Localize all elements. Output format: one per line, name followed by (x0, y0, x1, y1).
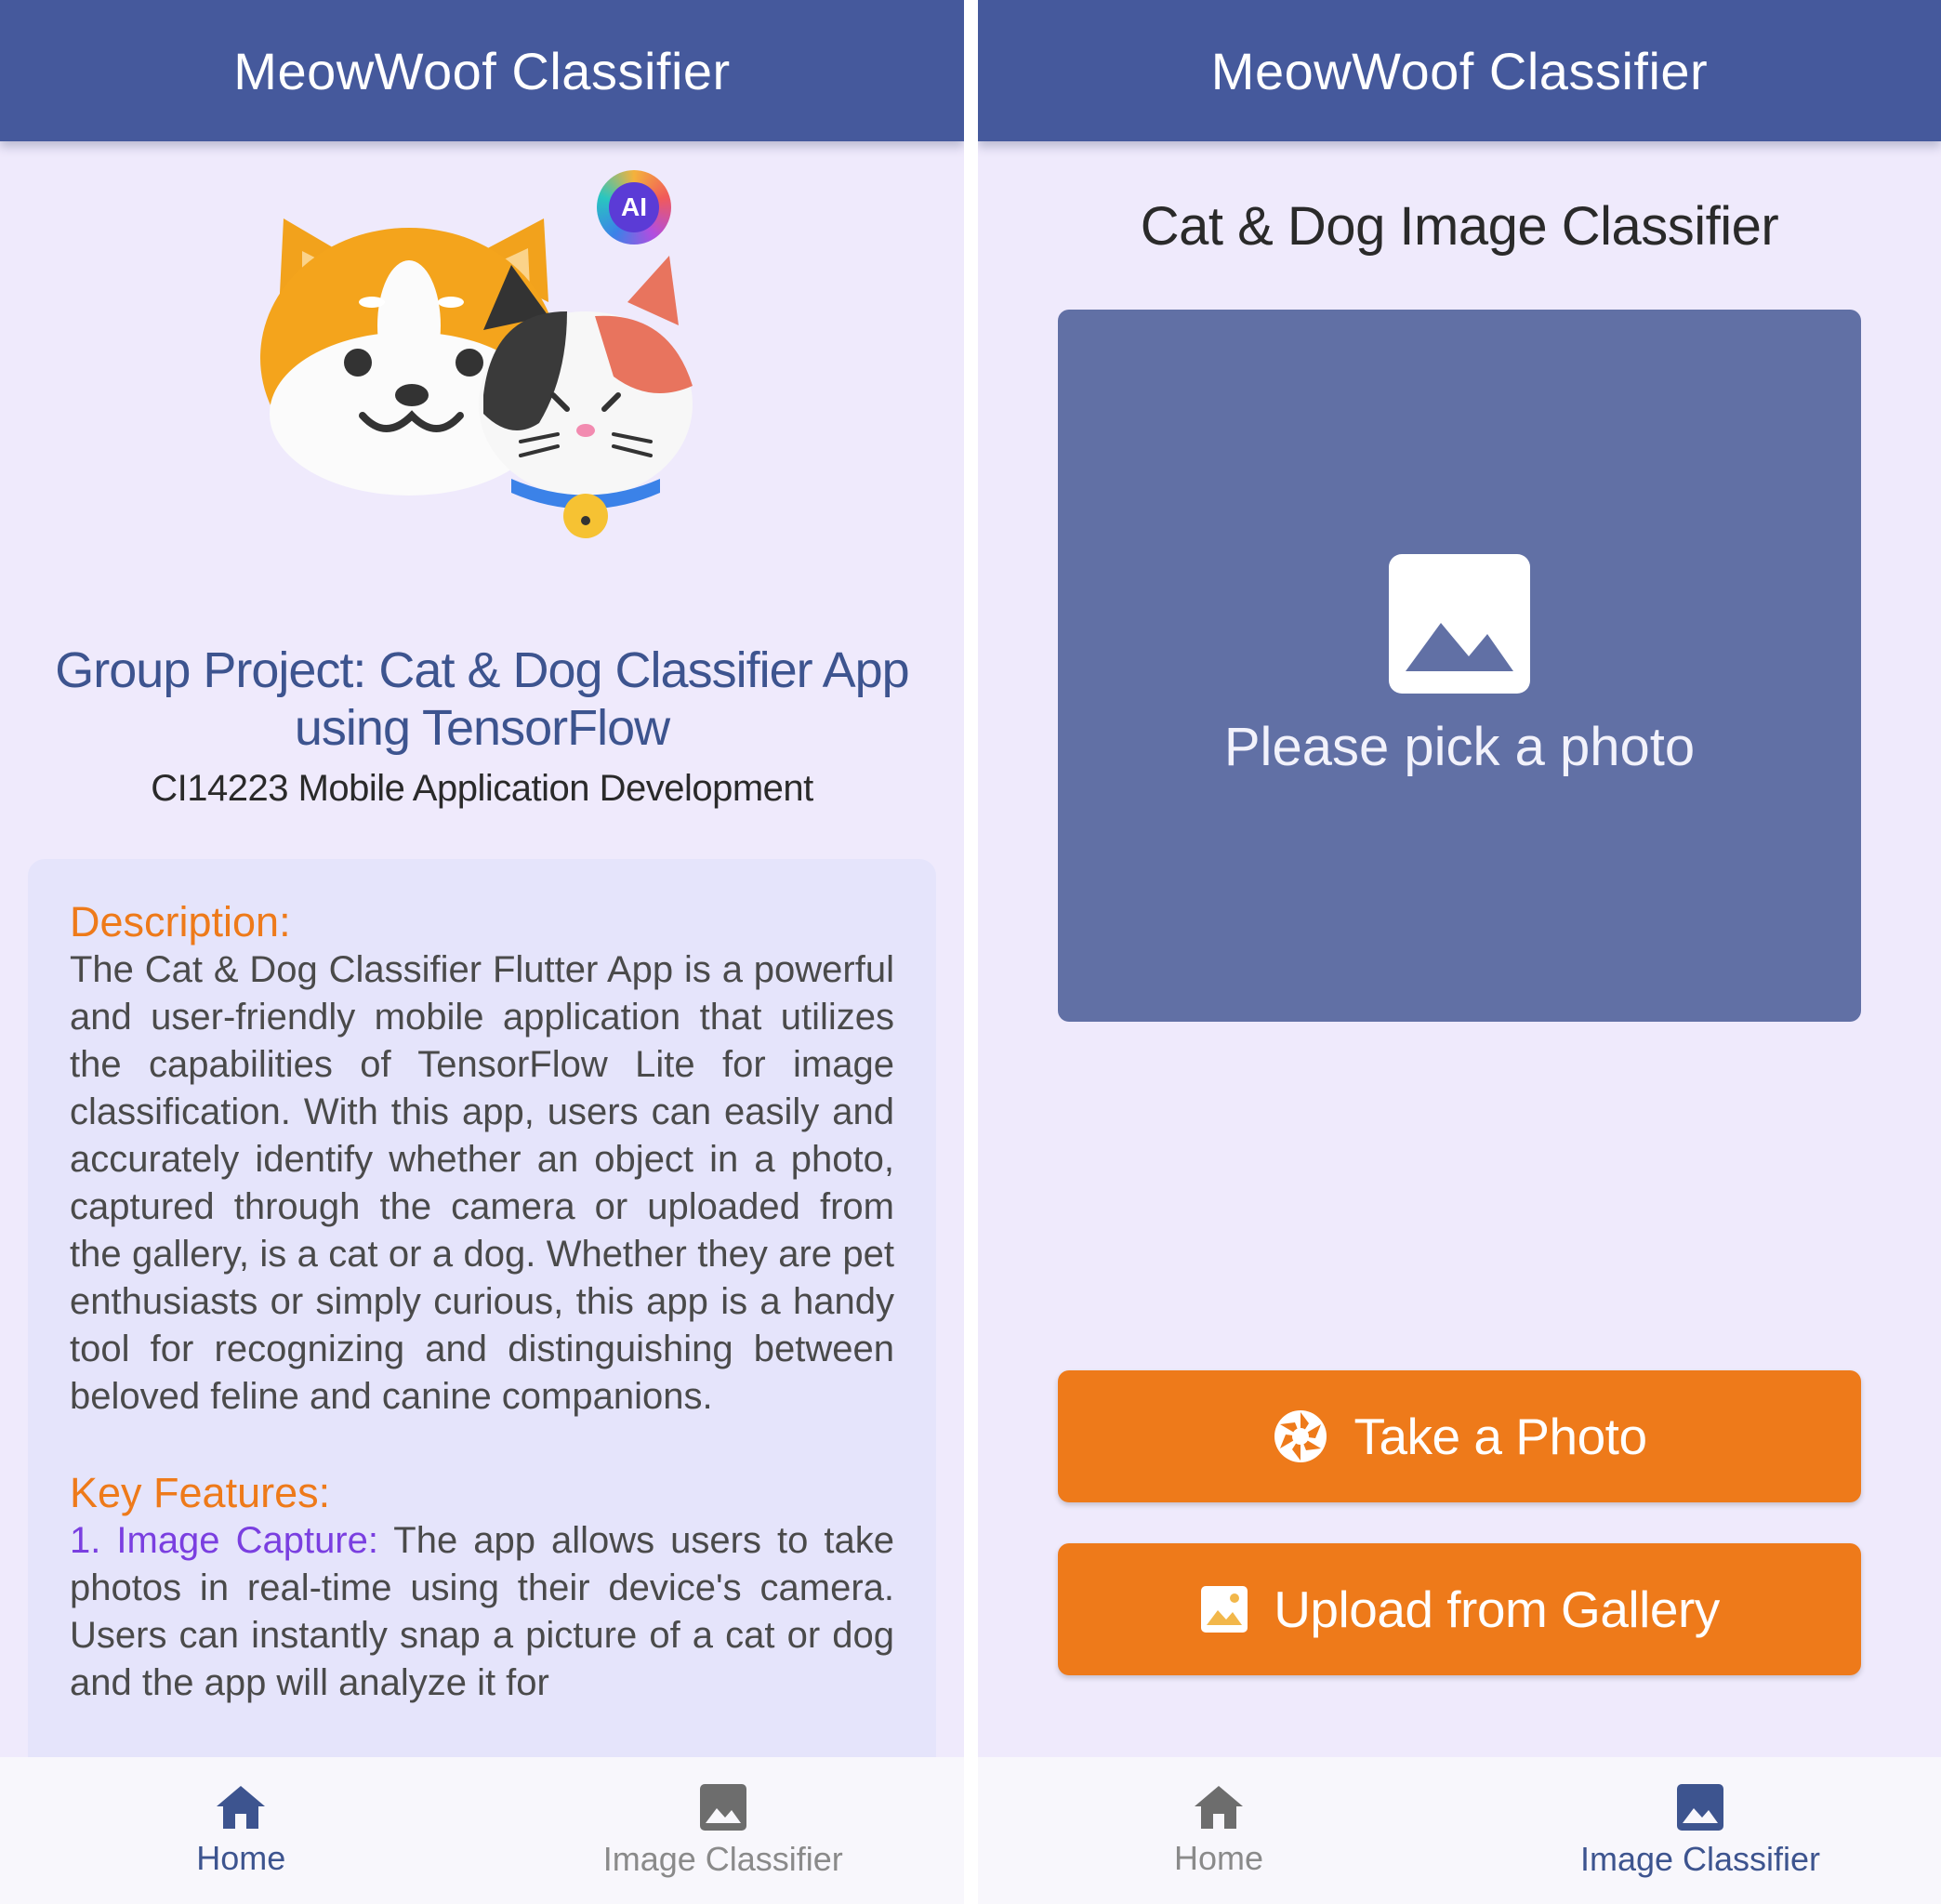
project-title: Group Project: Cat & Dog Classifier App … (55, 642, 909, 756)
nav-image-classifier-label: Image Classifier (1579, 1840, 1821, 1878)
take-photo-label: Take a Photo (1353, 1408, 1647, 1465)
image-placeholder-icon (1389, 553, 1530, 694)
app-title: MeowWoof Classifier (233, 41, 731, 100)
image-icon (1677, 1784, 1723, 1831)
feature-item: 1. Image Capture: The app allows users t… (70, 1517, 894, 1707)
ai-badge: AI (597, 170, 671, 245)
nav-image-classifier[interactable]: Image Classifier (1459, 1757, 1941, 1904)
nav-home[interactable]: Home (978, 1757, 1459, 1904)
description-text: The Cat & Dog Classifier Flutter App is … (70, 949, 894, 1417)
camera-shutter-icon (1274, 1410, 1327, 1462)
ai-badge-label: AI (621, 192, 647, 221)
cat-dog-mascot-icon: AI (260, 163, 725, 553)
home-icon (1195, 1786, 1243, 1829)
app-title: MeowWoof Classifier (1210, 41, 1709, 100)
image-icon (699, 1784, 746, 1831)
app-bar: MeowWoof Classifier (978, 0, 1941, 141)
nav-home-label: Home (196, 1839, 286, 1877)
key-features-heading: Key Features: (70, 1469, 331, 1516)
take-photo-button[interactable]: Take a Photo (1058, 1370, 1861, 1502)
description-heading: Description: (70, 898, 291, 945)
upload-gallery-label: Upload from Gallery (1274, 1580, 1720, 1638)
nav-image-classifier[interactable]: Image Classifier (482, 1757, 965, 1904)
feature-title: 1. Image Capture: (70, 1520, 378, 1561)
classifier-screen: MeowWoof Classifier Cat & Dog Image Clas… (978, 0, 1941, 1904)
bottom-navigation: Home Image Classifier (978, 1757, 1941, 1904)
home-screen: MeowWoof Classifier AI Group Project: Ca… (0, 0, 964, 1904)
nav-home[interactable]: Home (0, 1757, 482, 1904)
home-icon (217, 1786, 266, 1829)
page-title: Cat & Dog Image Classifier (1140, 196, 1779, 257)
photo-preview-area: Please pick a photo (1058, 310, 1861, 1022)
nav-image-classifier-label: Image Classifier (602, 1840, 843, 1878)
photo-placeholder-text: Please pick a photo (1223, 716, 1696, 777)
course-name: CI14223 Mobile Application Development (151, 768, 813, 809)
bottom-navigation: Home Image Classifier (0, 1757, 964, 1904)
app-bar: MeowWoof Classifier (0, 0, 964, 141)
description-card[interactable]: Description: The Cat & Dog Classifier Fl… (28, 859, 936, 1792)
upload-gallery-button[interactable]: Upload from Gallery (1058, 1543, 1861, 1675)
gallery-icon (1201, 1586, 1248, 1633)
nav-home-label: Home (1173, 1839, 1264, 1877)
